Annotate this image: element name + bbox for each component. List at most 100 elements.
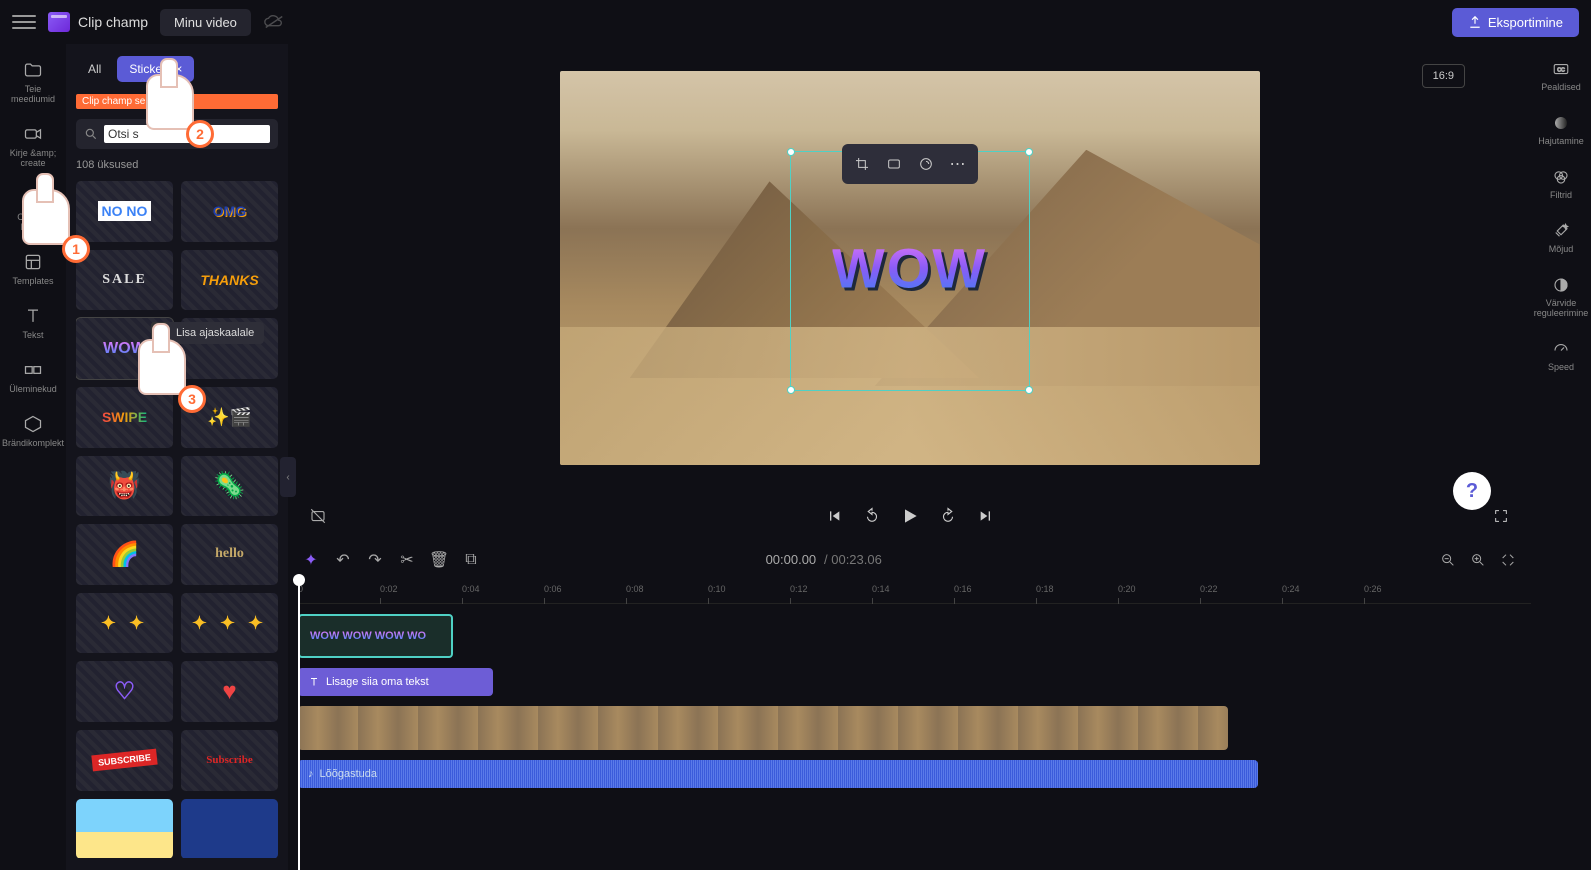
content-panel: All Stickers × Clip champ sell 108 üksus…	[66, 44, 288, 870]
resize-handle[interactable]	[787, 148, 795, 156]
delete-icon[interactable]: 🗑	[430, 551, 448, 569]
menu-icon[interactable]	[12, 10, 36, 34]
rail-captions[interactable]: CC Pealdised	[1541, 60, 1581, 92]
rail-brand-kit[interactable]: Brändikomplekt	[0, 414, 68, 448]
selection-box[interactable]: WOW	[790, 151, 1030, 391]
ruler-tick: 0:06	[544, 584, 562, 594]
sticker-item[interactable]: hello	[181, 524, 278, 585]
ruler-tick: 0:24	[1282, 584, 1300, 594]
sticker-item[interactable]: OMG	[181, 181, 278, 242]
sticker-item[interactable]: 🌈	[76, 524, 173, 585]
sticker-item[interactable]: ✦ ✦ ✦	[181, 593, 278, 654]
watermark-toggle-icon[interactable]	[308, 506, 328, 526]
sticker-item[interactable]: NO NO	[76, 181, 173, 242]
music-icon: ♪	[308, 768, 314, 780]
panel-collapse-button[interactable]: ‹	[280, 457, 296, 497]
timeline-area: ✦ ↶ ↷ ✂ 🗑 ⧉ 00:00.00 / 00:23.06 00:020:0…	[288, 540, 1531, 870]
ai-sparkle-icon[interactable]: ✦	[302, 551, 320, 569]
ruler-tick: 0:14	[872, 584, 890, 594]
app-logo[interactable]: Clip champ	[48, 12, 148, 32]
redo-icon[interactable]: ↷	[366, 551, 384, 569]
sticker-item[interactable]: ✦ ✦	[76, 593, 173, 654]
app-name: Clip champ	[78, 14, 148, 30]
search-icon	[84, 127, 98, 141]
rail-effects[interactable]: Mõjud	[1549, 222, 1574, 254]
speed-icon	[1552, 340, 1570, 358]
rail-filters[interactable]: Filtrid	[1550, 168, 1572, 200]
zoom-fit-icon[interactable]	[1499, 551, 1517, 569]
preview-canvas[interactable]: WOW	[560, 71, 1260, 465]
tab-all[interactable]: All	[76, 56, 113, 82]
folder-icon	[23, 60, 43, 80]
rail-fade[interactable]: Hajutamine	[1538, 114, 1584, 146]
sticker-item[interactable]: 👹	[76, 456, 173, 517]
more-icon[interactable]: ⋯	[944, 150, 972, 178]
sticker-item[interactable]: SUBSCRIBE	[76, 730, 173, 791]
rewind-icon[interactable]	[862, 506, 882, 526]
split-icon[interactable]: ✂	[398, 551, 416, 569]
result-count: 108 üksused	[76, 159, 278, 171]
sticker-item[interactable]: 🦠	[181, 456, 278, 517]
forward-icon[interactable]	[938, 506, 958, 526]
zoom-in-icon[interactable]	[1469, 551, 1487, 569]
ruler-tick: 0:02	[380, 584, 398, 594]
playhead[interactable]	[298, 580, 300, 870]
crop-icon[interactable]	[848, 150, 876, 178]
clip-audio[interactable]: ♪ Lõõgastuda	[298, 760, 1258, 788]
rail-speed[interactable]: Speed	[1548, 340, 1574, 372]
topbar: Clip champ Minu video Eksportimine	[0, 0, 1591, 44]
skip-start-icon[interactable]	[824, 506, 844, 526]
resize-handle[interactable]	[1025, 148, 1033, 156]
fade-icon	[1552, 114, 1570, 132]
resize-handle[interactable]	[1025, 386, 1033, 394]
ruler-tick: 0:08	[626, 584, 644, 594]
captions-icon: CC	[1552, 60, 1570, 78]
sticker-item[interactable]	[76, 799, 173, 858]
ruler-tick: 0:18	[1036, 584, 1054, 594]
pip-icon[interactable]	[912, 150, 940, 178]
tracks: WOW WOW WOW WO Lisage siia oma tekst ♪ L…	[288, 604, 1531, 798]
export-button[interactable]: Eksportimine	[1452, 8, 1579, 37]
timeline-ruler[interactable]: 00:020:040:060:080:100:120:140:160:180:2…	[298, 580, 1531, 604]
sticker-item[interactable]	[181, 799, 278, 858]
preview-area: 16:9 ⋯ WOW	[288, 44, 1531, 540]
ruler-tick: 0:12	[790, 584, 808, 594]
sticker-item[interactable]: THANKS	[181, 250, 278, 311]
ruler-tick: 0:26	[1364, 584, 1382, 594]
rail-text[interactable]: Tekst	[18, 306, 47, 340]
sticker-grid: NO NO OMG SALE THANKS WOW ⋮ SWIPE ✨🎬 👹 🦠…	[76, 181, 278, 858]
rail-color[interactable]: Värvide reguleerimine	[1531, 276, 1591, 318]
sticker-item[interactable]: SALE	[76, 250, 173, 311]
rail-transitions[interactable]: Üleminekud	[5, 360, 61, 394]
fullscreen-icon[interactable]	[1491, 506, 1511, 526]
ruler-tick: 0:04	[462, 584, 480, 594]
ruler-tick: 0:16	[954, 584, 972, 594]
fit-icon[interactable]	[880, 150, 908, 178]
filter-icon	[1552, 168, 1570, 186]
rail-your-media[interactable]: Teie meediumid	[0, 60, 66, 104]
annotation-pointer-3: 3	[138, 339, 198, 409]
sticker-item[interactable]: ♡	[76, 661, 173, 722]
help-button[interactable]: ?	[1453, 472, 1491, 510]
timeline-toolbar: ✦ ↶ ↷ ✂ 🗑 ⧉ 00:00.00 / 00:23.06	[288, 540, 1531, 580]
effects-icon	[1552, 222, 1570, 240]
play-icon[interactable]	[900, 506, 920, 526]
svg-text:CC: CC	[1557, 67, 1565, 73]
sticker-item[interactable]: ♥	[181, 661, 278, 722]
duplicate-icon[interactable]: ⧉	[462, 551, 480, 569]
ruler-tick: 0:22	[1200, 584, 1218, 594]
project-name-input[interactable]: Minu video	[160, 9, 251, 36]
clip-sticker[interactable]: WOW WOW WOW WO	[298, 614, 453, 658]
annotation-pointer-2: 2	[146, 74, 206, 144]
cloud-sync-icon[interactable]	[263, 14, 285, 30]
clip-video[interactable]	[298, 706, 1228, 750]
undo-icon[interactable]: ↶	[334, 551, 352, 569]
camera-icon	[23, 124, 43, 144]
right-rail: CC Pealdised Hajutamine Filtrid Mõjud Vä…	[1531, 44, 1591, 870]
sticker-item[interactable]: Subscribe	[181, 730, 278, 791]
zoom-out-icon[interactable]	[1439, 551, 1457, 569]
resize-handle[interactable]	[787, 386, 795, 394]
clip-text[interactable]: Lisage siia oma tekst	[298, 668, 493, 696]
rail-record-create[interactable]: Kirje &amp; create	[0, 124, 66, 168]
skip-end-icon[interactable]	[976, 506, 996, 526]
